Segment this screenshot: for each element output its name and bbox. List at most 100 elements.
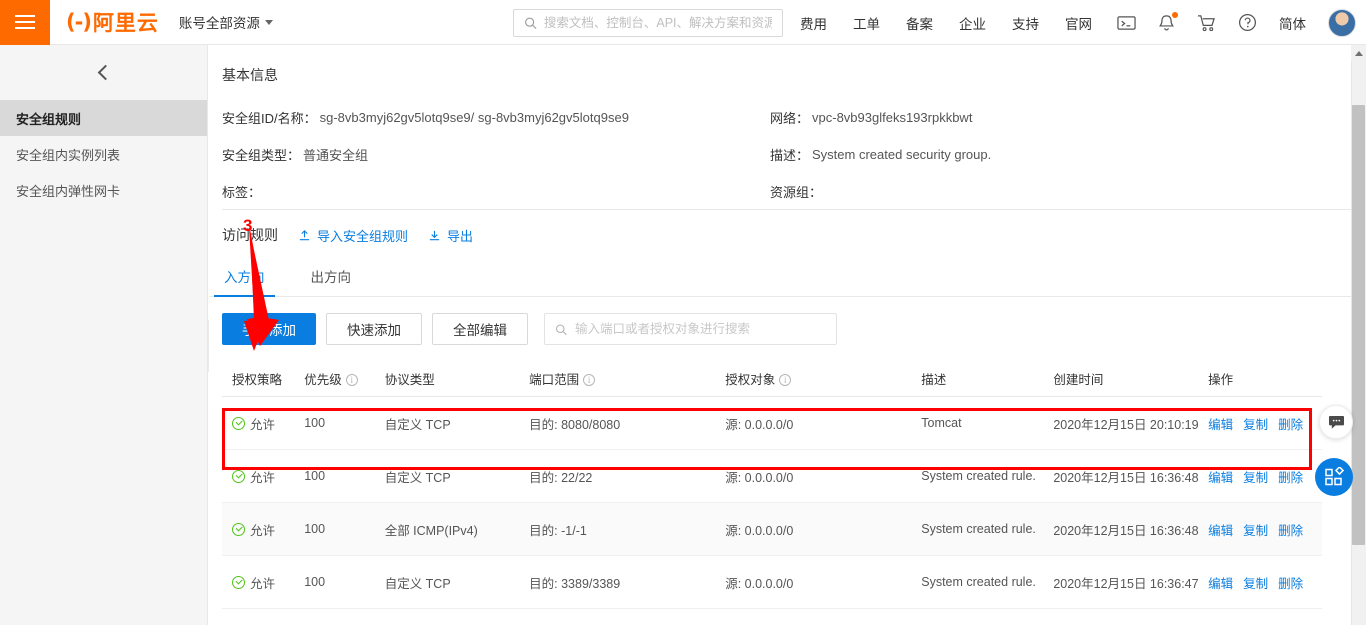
copy-link[interactable]: 复制: [1243, 573, 1268, 592]
cell-created-time: 2020年12月15日 16:36:48: [1043, 449, 1199, 503]
aliyun-logo[interactable]: (-) 阿里云: [66, 7, 159, 37]
cell-description: Tomcat: [911, 396, 1044, 450]
cell-description: System created rule.: [911, 555, 1044, 609]
copy-link[interactable]: 复制: [1243, 520, 1268, 539]
cell-protocol: 自定义 TCP: [374, 555, 520, 609]
cell-policy: 允许: [222, 449, 295, 503]
manual-add-button[interactable]: 手动添加: [222, 313, 316, 345]
global-search-input[interactable]: [543, 16, 772, 30]
col-policy: 授权策略: [222, 361, 295, 397]
sidebar-item-label: 安全组内实例列表: [16, 147, 121, 163]
cell-policy: 允许: [222, 502, 295, 556]
help-icon[interactable]: [1238, 13, 1257, 32]
cell-port-range: 目的: 3389/3389: [519, 555, 716, 609]
delete-link[interactable]: 删除: [1278, 414, 1303, 433]
cell-priority: 100: [294, 555, 375, 609]
nav-link-ticket[interactable]: 工单: [853, 13, 880, 33]
cell-operations: 编辑 复制 删除: [1198, 555, 1322, 609]
info-icon[interactable]: i: [345, 374, 358, 386]
table-row[interactable]: 允许 100 全部 ICMP(IPv4) 目的: -1/-1 源: 0.0.0.…: [222, 502, 1322, 556]
account-scope-dropdown[interactable]: 账号全部资源: [179, 12, 273, 32]
info-label: 网络：: [770, 111, 810, 126]
tab-outbound[interactable]: 出方向: [309, 260, 354, 296]
notification-badge: [1172, 11, 1178, 18]
security-group-rules-table: 授权策略 优先级 i 协议类型 端口范围 i 授权对象 i 描述 创建时间 操作 允许…: [222, 361, 1322, 609]
edit-link[interactable]: 编辑: [1208, 520, 1233, 539]
edit-link[interactable]: 编辑: [1208, 414, 1233, 433]
sidebar-item-instance-list[interactable]: 安全组内实例列表: [0, 136, 207, 172]
table-row[interactable]: 允许 100 自定义 TCP 目的: 22/22 源: 0.0.0.0/0 Sy…: [222, 449, 1322, 503]
user-avatar[interactable]: [1328, 8, 1356, 37]
info-label: 安全组ID/名称：: [222, 111, 317, 126]
cell-description: System created rule.: [911, 502, 1044, 556]
nav-link-support[interactable]: 支持: [1012, 13, 1039, 33]
info-icon[interactable]: i: [583, 374, 596, 386]
page-scrollbar-thumb[interactable]: [1352, 105, 1365, 545]
info-icon[interactable]: i: [779, 374, 792, 386]
delete-link[interactable]: 删除: [1278, 467, 1303, 486]
cell-protocol: 全部 ICMP(IPv4): [374, 502, 520, 556]
apps-grid-icon[interactable]: [1315, 458, 1353, 496]
rules-search-input[interactable]: [575, 322, 826, 336]
chat-bubble-icon[interactable]: [1319, 405, 1353, 439]
col-label: 端口范围: [529, 373, 580, 387]
tab-inbound[interactable]: 入方向: [214, 260, 274, 297]
cell-priority: 100: [294, 502, 375, 556]
search-icon: [525, 17, 537, 30]
delete-link[interactable]: 删除: [1278, 520, 1303, 539]
cell-operations: 编辑 复制 删除: [1198, 449, 1322, 503]
sidebar-item-eni-list[interactable]: 安全组内弹性网卡: [0, 172, 207, 208]
edit-all-button[interactable]: 全部编辑: [432, 313, 528, 345]
cell-port-range: 目的: -1/-1: [519, 502, 716, 556]
cell-auth-object: 源: 0.0.0.0/0: [715, 555, 912, 609]
terminal-icon[interactable]: [1117, 15, 1136, 31]
cell-policy: 允许: [222, 555, 295, 609]
scrollbar-up-arrow[interactable]: [1351, 45, 1366, 61]
copy-link[interactable]: 复制: [1243, 467, 1268, 486]
aliyun-logo-text: 阿里云: [92, 12, 159, 35]
bell-icon[interactable]: [1158, 11, 1178, 32]
rules-header: 访问规则 导入安全组规则 导出: [209, 210, 1358, 246]
chevron-down-icon: [264, 19, 273, 25]
sidebar-item-security-group-rules[interactable]: 安全组规则: [0, 100, 207, 136]
annotation-step-number: 3: [243, 216, 253, 235]
export-rules-button[interactable]: 导出: [428, 226, 473, 245]
edit-link[interactable]: 编辑: [1208, 573, 1233, 592]
nav-link-official-site[interactable]: 官网: [1065, 13, 1092, 33]
nav-link-enterprise[interactable]: 企业: [959, 13, 986, 33]
cell-created-time: 2020年12月15日 16:36:47: [1043, 555, 1199, 609]
policy-label: 允许: [250, 417, 276, 432]
col-port-range: 端口范围 i: [519, 361, 716, 397]
delete-link[interactable]: 删除: [1278, 573, 1303, 592]
col-priority: 优先级 i: [294, 361, 375, 397]
cell-created-time: 2020年12月15日 16:36:48: [1043, 502, 1199, 556]
cart-icon[interactable]: [1197, 14, 1216, 32]
copy-link[interactable]: 复制: [1243, 414, 1268, 433]
info-label: 安全组类型：: [222, 148, 301, 163]
info-value: sg-8vb3myj62gv5lotq9se9/ sg-8vb3myj62gv5…: [319, 110, 629, 125]
cell-operations: 编辑 复制 删除: [1198, 396, 1322, 450]
global-search-box[interactable]: [513, 9, 783, 37]
language-switcher[interactable]: 简体: [1279, 13, 1306, 33]
sidebar-collapse-button[interactable]: [0, 45, 207, 100]
nav-link-fee[interactable]: 费用: [800, 13, 827, 33]
table-row[interactable]: 允许 100 自定义 TCP 目的: 8080/8080 源: 0.0.0.0/…: [222, 396, 1322, 450]
cell-priority: 100: [294, 396, 375, 450]
edit-link[interactable]: 编辑: [1208, 467, 1233, 486]
nav-link-icp[interactable]: 备案: [906, 13, 933, 33]
search-icon: [555, 323, 567, 335]
hamburger-menu-icon[interactable]: [0, 0, 50, 45]
table-row[interactable]: 允许 100 自定义 TCP 目的: 3389/3389 源: 0.0.0.0/…: [222, 555, 1322, 609]
allow-check-icon: [232, 522, 245, 536]
info-row-network: 网络： vpc-8vb93glfeks193rpkkbwt: [770, 99, 991, 136]
sidebar-item-label: 安全组内弹性网卡: [16, 183, 121, 199]
col-description: 描述: [911, 361, 1044, 397]
rules-search-box[interactable]: [544, 313, 837, 345]
top-navigation-bar: (-) 阿里云 账号全部资源 费用 工单 备案 企业 支持 官网: [0, 0, 1366, 45]
quick-add-button[interactable]: 快速添加: [326, 313, 422, 345]
col-label: 创建时间: [1053, 373, 1104, 387]
account-scope-label: 账号全部资源: [178, 16, 260, 31]
col-created-time: 创建时间: [1043, 361, 1199, 397]
table-header-row: 授权策略 优先级 i 协议类型 端口范围 i 授权对象 i 描述 创建时间 操作: [222, 361, 1322, 397]
import-rules-button[interactable]: 导入安全组规则: [298, 226, 408, 245]
